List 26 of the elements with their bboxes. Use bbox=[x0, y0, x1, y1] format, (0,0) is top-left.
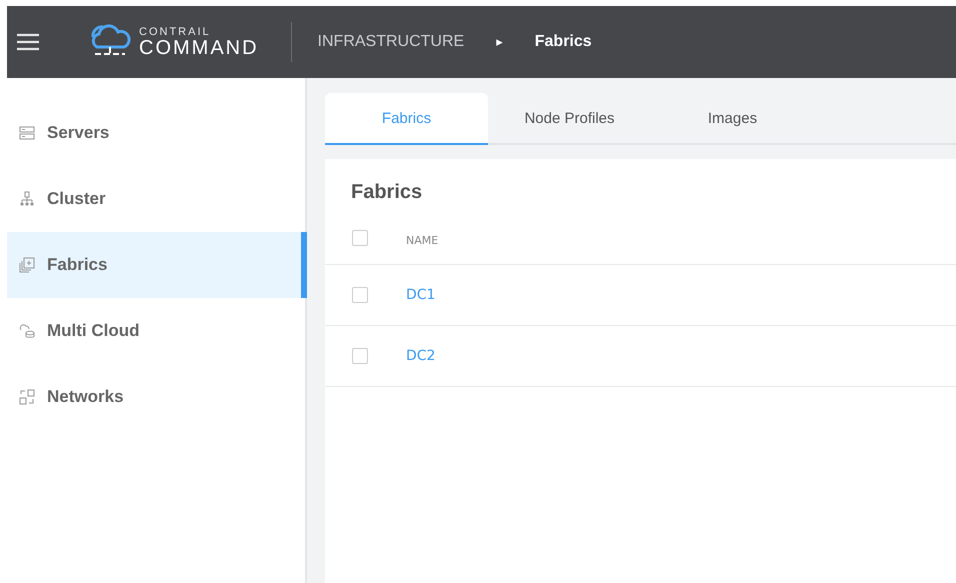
tab[interactable]: Images bbox=[651, 93, 814, 145]
sidebar-item[interactable]: Cluster bbox=[7, 166, 307, 232]
breadcrumb-item[interactable]: INFRASTRUCTURE bbox=[318, 33, 464, 51]
hierarchy-icon bbox=[19, 191, 35, 207]
sidebar-item[interactable]: Fabrics bbox=[7, 232, 307, 298]
fabric-link[interactable]: DC2 bbox=[406, 348, 436, 364]
server-icon bbox=[19, 125, 35, 141]
tab[interactable]: Node Profiles bbox=[488, 93, 651, 145]
row-checkbox[interactable] bbox=[352, 287, 368, 303]
cloud-database-icon bbox=[19, 323, 35, 339]
select-all-checkbox[interactable] bbox=[352, 230, 368, 246]
menu-icon[interactable] bbox=[17, 33, 39, 51]
row-checkbox[interactable] bbox=[352, 348, 368, 364]
fabric-link[interactable]: DC1 bbox=[406, 287, 436, 303]
logo-text: CONTRAIL bbox=[139, 26, 212, 38]
network-icon bbox=[19, 389, 35, 405]
tab[interactable]: Fabrics bbox=[325, 93, 488, 145]
stacked-pages-icon bbox=[19, 257, 35, 273]
logo-text: COMMAND bbox=[139, 38, 259, 58]
column-header: NAME bbox=[406, 234, 438, 247]
breadcrumb-item: Fabrics bbox=[534, 33, 592, 51]
sidebar-item[interactable]: Multi Cloud bbox=[7, 298, 307, 364]
sidebar-item[interactable]: Networks bbox=[7, 364, 307, 430]
sidebar-item[interactable]: Servers bbox=[7, 100, 307, 166]
panel-title: Fabrics bbox=[350, 180, 424, 205]
breadcrumb-separator: ▸ bbox=[496, 34, 503, 50]
